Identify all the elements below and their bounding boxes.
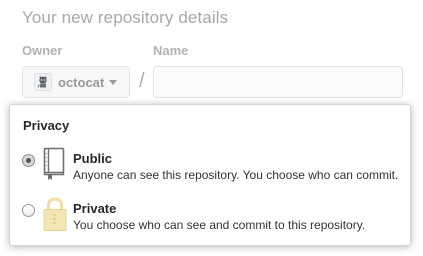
- public-option-description: Anyone can see this repository. You choo…: [73, 168, 399, 182]
- owner-label: Owner: [22, 43, 63, 58]
- public-radio[interactable]: [22, 154, 35, 167]
- privacy-popover: Privacy Public Anyone can see this repos…: [9, 104, 411, 246]
- repo-book-icon: [42, 147, 66, 181]
- repository-name-input[interactable]: [153, 66, 403, 98]
- new-repository-form: Your new repository details Owner Name o…: [0, 0, 423, 256]
- page-heading: Your new repository details: [22, 8, 229, 27]
- lock-icon: [42, 197, 67, 231]
- public-option-title: Public: [73, 151, 113, 166]
- octocat-avatar-icon: [34, 73, 52, 91]
- owner-name-separator: /: [139, 70, 145, 92]
- private-radio[interactable]: [22, 204, 35, 217]
- private-option-title: Private: [73, 201, 117, 216]
- private-option-description: You choose who can see and commit to thi…: [73, 218, 366, 232]
- privacy-option-private[interactable]: Private You choose who can see and commi…: [10, 197, 410, 237]
- privacy-title: Privacy: [23, 118, 70, 133]
- privacy-option-public[interactable]: Public Anyone can see this repository. Y…: [10, 147, 410, 187]
- caret-down-icon: [109, 80, 118, 85]
- owner-name: octocat: [58, 74, 105, 90]
- owner-dropdown-button[interactable]: octocat: [22, 66, 130, 98]
- name-label: Name: [153, 43, 189, 58]
